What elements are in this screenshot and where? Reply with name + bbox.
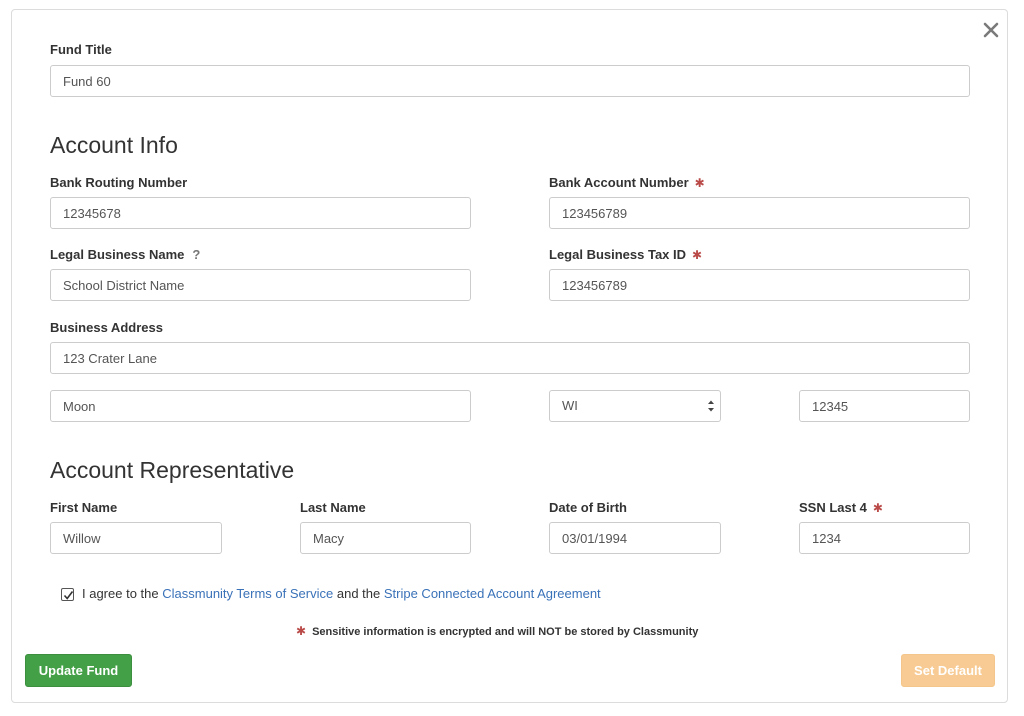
business-address-label: Business Address (50, 320, 163, 335)
ssn-label: SSN Last 4 ✱ (799, 500, 883, 516)
account-info-heading: Account Info (50, 132, 178, 158)
agreement-row: I agree to the Classmunity Terms of Serv… (61, 585, 601, 603)
close-icon[interactable] (982, 21, 1000, 39)
set-default-button[interactable]: Set Default (901, 654, 995, 687)
business-name-label-text: Legal Business Name (50, 247, 185, 262)
last-name-label: Last Name (300, 500, 366, 515)
account-number-label-text: Bank Account Number (549, 175, 689, 190)
agree-middle: and the (336, 586, 381, 601)
routing-number-input[interactable] (50, 197, 471, 229)
city-input[interactable] (50, 390, 471, 422)
help-icon[interactable]: ? (192, 247, 200, 262)
first-name-label: First Name (50, 500, 118, 515)
first-name-input[interactable] (50, 522, 222, 554)
select-arrows-icon (708, 400, 714, 412)
terms-link[interactable]: Classmunity Terms of Service (162, 585, 333, 603)
required-icon: ✱ (872, 501, 883, 515)
required-icon: ✱ (296, 624, 307, 638)
required-icon: ✱ (694, 176, 705, 190)
business-name-input[interactable] (50, 269, 471, 301)
account-number-label: Bank Account Number ✱ (549, 175, 705, 191)
tax-id-label: Legal Business Tax ID ✱ (549, 247, 702, 263)
dob-label: Date of Birth (549, 500, 627, 515)
state-select-value: WI (562, 398, 578, 413)
zip-input[interactable] (799, 390, 970, 422)
agree-checkbox[interactable] (61, 587, 74, 601)
required-icon: ✱ (692, 248, 703, 262)
ssn-label-text: SSN Last 4 (799, 500, 867, 515)
sensitive-note: ✱ Sensitive information is encrypted and … (296, 624, 698, 639)
tax-id-label-text: Legal Business Tax ID (549, 247, 687, 262)
stripe-agreement-link[interactable]: Stripe Connected Account Agreement (384, 585, 601, 603)
account-number-input[interactable] (549, 197, 970, 229)
state-select[interactable]: WI (549, 390, 721, 422)
business-name-label: Legal Business Name? (50, 247, 200, 263)
checkmark-icon (63, 590, 74, 600)
dob-input[interactable] (549, 522, 721, 554)
fund-title-input[interactable] (50, 65, 970, 97)
sensitive-note-text: Sensitive information is encrypted and w… (312, 626, 699, 638)
address-input[interactable] (50, 342, 970, 374)
agree-prefix: I agree to the (82, 586, 159, 601)
ssn-input[interactable] (799, 522, 970, 554)
tax-id-input[interactable] (549, 269, 970, 301)
representative-heading: Account Representative (50, 457, 295, 483)
update-fund-button[interactable]: Update Fund (25, 654, 132, 687)
routing-number-label: Bank Routing Number (50, 175, 188, 190)
fund-title-label: Fund Title (50, 42, 112, 57)
last-name-input[interactable] (300, 522, 471, 554)
